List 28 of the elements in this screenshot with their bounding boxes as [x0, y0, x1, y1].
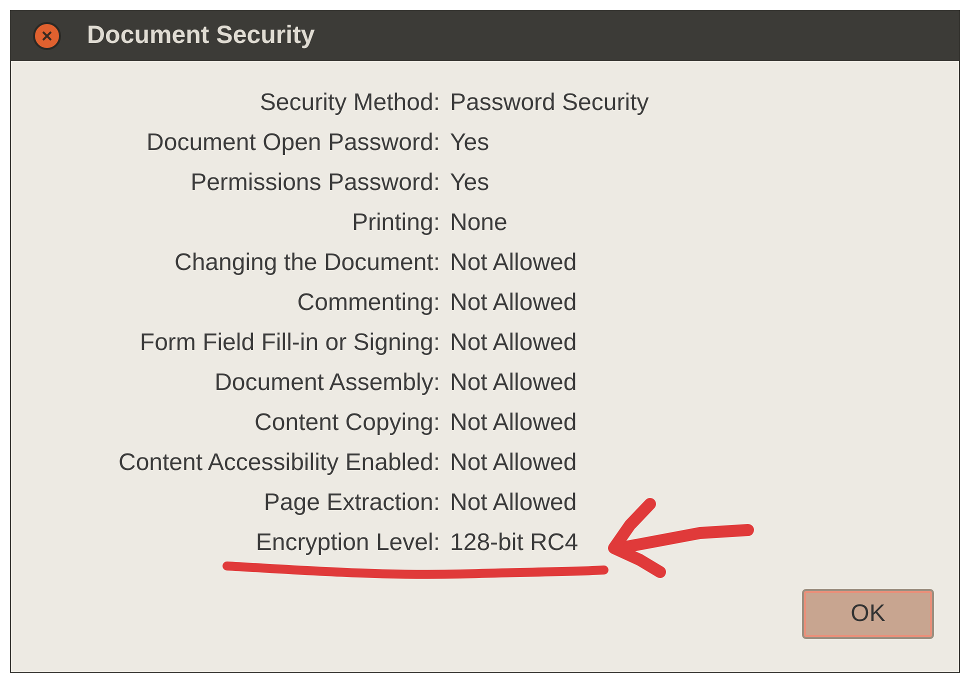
property-value: Not Allowed [450, 328, 578, 358]
ok-button[interactable]: OK [802, 589, 934, 639]
property-value: Yes [450, 128, 490, 158]
property-label: Changing the Document: [174, 248, 440, 278]
property-label: Printing: [350, 208, 440, 238]
property-label: Commenting: [296, 288, 440, 318]
property-value: Not Allowed [450, 448, 578, 478]
property-value: Not Allowed [450, 488, 578, 518]
property-value: Not Allowed [450, 248, 578, 278]
property-value: Password Security [450, 88, 650, 118]
property-value: None [450, 208, 508, 238]
property-label: Encryption Level: [254, 528, 440, 558]
window-title: Document Security [87, 20, 315, 52]
property-label: Permissions Password: [190, 168, 440, 198]
property-label: Security Method: [258, 88, 440, 118]
property-value: Not Allowed [450, 288, 578, 318]
property-label: Content Accessibility Enabled: [117, 448, 440, 478]
property-label: Form Field Fill-in or Signing: [138, 328, 440, 358]
property-value: Yes [450, 168, 490, 198]
property-value: 128-bit RC4 [450, 528, 580, 558]
close-button[interactable] [33, 22, 61, 50]
property-label: Document Assembly: [214, 368, 440, 398]
property-label: Document Open Password: [146, 128, 440, 158]
property-label: Page Extraction: [262, 488, 440, 518]
close-icon [42, 31, 52, 41]
property-value: Not Allowed [450, 368, 578, 398]
property-label: Content Copying: [254, 408, 440, 438]
property-value: Not Allowed [450, 408, 578, 438]
